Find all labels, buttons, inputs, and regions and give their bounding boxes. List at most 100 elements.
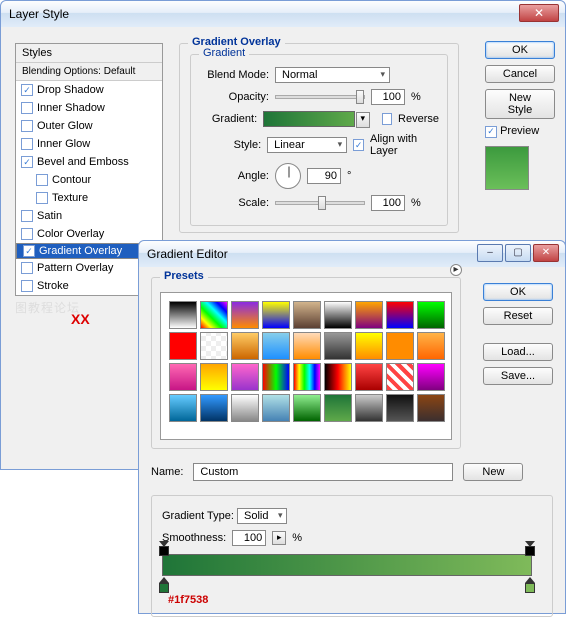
styles-header[interactable]: Styles [16, 44, 162, 63]
checkbox[interactable] [36, 192, 48, 204]
preset-swatch[interactable] [386, 394, 414, 422]
preset-swatch[interactable] [231, 301, 259, 329]
preset-swatch[interactable] [386, 363, 414, 391]
checkbox[interactable] [21, 210, 33, 222]
style-item-label: Stroke [37, 280, 69, 292]
preset-swatch[interactable] [200, 363, 228, 391]
preset-swatch[interactable] [200, 301, 228, 329]
angle-value[interactable]: 90 [307, 168, 341, 184]
preset-swatch[interactable] [355, 332, 383, 360]
checkbox[interactable] [21, 280, 33, 292]
watermark: 图教程论坛 [15, 299, 80, 316]
presets-menu-icon[interactable]: ▸ [450, 264, 462, 276]
minimize-icon[interactable]: – [477, 244, 503, 262]
preset-swatch[interactable] [231, 394, 259, 422]
style-item-outer-glow[interactable]: Outer Glow [16, 117, 162, 135]
checkbox[interactable]: ✓ [23, 245, 35, 257]
style-item-texture[interactable]: Texture [16, 189, 162, 207]
preset-swatch[interactable] [293, 301, 321, 329]
style-item-satin[interactable]: Satin [16, 207, 162, 225]
preset-swatch[interactable] [386, 332, 414, 360]
preset-swatch[interactable] [355, 394, 383, 422]
preset-swatch[interactable] [231, 363, 259, 391]
scale-slider[interactable] [275, 201, 365, 205]
angle-dial[interactable] [275, 163, 301, 189]
preset-swatch[interactable] [231, 332, 259, 360]
scale-value[interactable]: 100 [371, 195, 405, 211]
checkbox[interactable] [21, 228, 33, 240]
color-stop-right[interactable] [525, 577, 535, 591]
preset-swatch[interactable] [355, 301, 383, 329]
style-item-label: Outer Glow [37, 120, 93, 132]
new-style-button[interactable]: New Style [485, 89, 555, 119]
preset-swatch[interactable] [293, 394, 321, 422]
style-item-bevel-and-emboss[interactable]: ✓Bevel and Emboss [16, 153, 162, 171]
preset-swatch[interactable] [417, 394, 445, 422]
close-icon[interactable]: ✕ [519, 4, 559, 22]
align-label: Align with Layer [370, 133, 439, 157]
preview-checkbox[interactable]: ✓ [485, 126, 497, 138]
style-item-inner-shadow[interactable]: Inner Shadow [16, 99, 162, 117]
opacity-value[interactable]: 100 [371, 89, 405, 105]
checkbox[interactable] [21, 102, 33, 114]
preset-swatch[interactable] [293, 332, 321, 360]
preset-swatch[interactable] [200, 394, 228, 422]
gradient-type-select[interactable]: Solid [237, 508, 287, 524]
ge-reset-button[interactable]: Reset [483, 307, 553, 325]
checkbox[interactable] [21, 120, 33, 132]
style-item-label: Color Overlay [37, 228, 104, 240]
color-stop-left[interactable] [159, 577, 169, 591]
blend-mode-select[interactable]: Normal [275, 67, 390, 83]
ge-save-button[interactable]: Save... [483, 367, 553, 385]
opacity-stop-left[interactable] [159, 541, 169, 553]
close-icon[interactable]: ✕ [533, 244, 559, 262]
checkbox[interactable]: ✓ [21, 84, 33, 96]
reverse-checkbox[interactable] [382, 113, 392, 125]
checkbox[interactable]: ✓ [21, 156, 33, 168]
smoothness-value[interactable]: 100 [232, 530, 266, 546]
ge-ok-button[interactable]: OK [483, 283, 553, 301]
preset-swatch[interactable] [417, 332, 445, 360]
opacity-stop-right[interactable] [525, 541, 535, 553]
angle-label: Angle: [199, 170, 269, 182]
new-button[interactable]: New [463, 463, 523, 481]
blending-options[interactable]: Blending Options: Default [16, 63, 162, 81]
preset-swatch[interactable] [293, 363, 321, 391]
preset-swatch[interactable] [324, 301, 352, 329]
preset-swatch[interactable] [386, 301, 414, 329]
checkbox[interactable] [21, 262, 33, 274]
preset-swatch[interactable] [324, 363, 352, 391]
preset-swatch[interactable] [169, 363, 197, 391]
align-checkbox[interactable]: ✓ [353, 139, 364, 151]
maximize-icon[interactable]: ▢ [505, 244, 531, 262]
preset-swatch[interactable] [262, 332, 290, 360]
gradient-bar[interactable] [162, 554, 532, 576]
preset-swatch[interactable] [417, 363, 445, 391]
style-item-contour[interactable]: Contour [16, 171, 162, 189]
preset-swatch[interactable] [417, 301, 445, 329]
preset-swatch[interactable] [355, 363, 383, 391]
chevron-right-icon[interactable]: ▸ [272, 531, 286, 545]
name-input[interactable]: Custom [193, 463, 453, 481]
ok-button[interactable]: OK [485, 41, 555, 59]
preset-swatch[interactable] [262, 394, 290, 422]
checkbox[interactable] [21, 138, 33, 150]
preset-swatch[interactable] [200, 332, 228, 360]
preset-swatch[interactable] [324, 394, 352, 422]
preset-swatch[interactable] [262, 301, 290, 329]
preset-swatch[interactable] [262, 363, 290, 391]
opacity-slider[interactable] [275, 95, 365, 99]
preset-swatch[interactable] [169, 301, 197, 329]
ge-load-button[interactable]: Load... [483, 343, 553, 361]
gradient-swatch[interactable] [263, 111, 355, 127]
style-select[interactable]: Linear [267, 137, 347, 153]
red-xx-overlay: XX [71, 311, 90, 327]
preset-swatch[interactable] [169, 394, 197, 422]
style-item-drop-shadow[interactable]: ✓Drop Shadow [16, 81, 162, 99]
preview-label: Preview [500, 125, 539, 137]
checkbox[interactable] [36, 174, 48, 186]
cancel-button[interactable]: Cancel [485, 65, 555, 83]
preset-swatch[interactable] [169, 332, 197, 360]
style-item-inner-glow[interactable]: Inner Glow [16, 135, 162, 153]
preset-swatch[interactable] [324, 332, 352, 360]
